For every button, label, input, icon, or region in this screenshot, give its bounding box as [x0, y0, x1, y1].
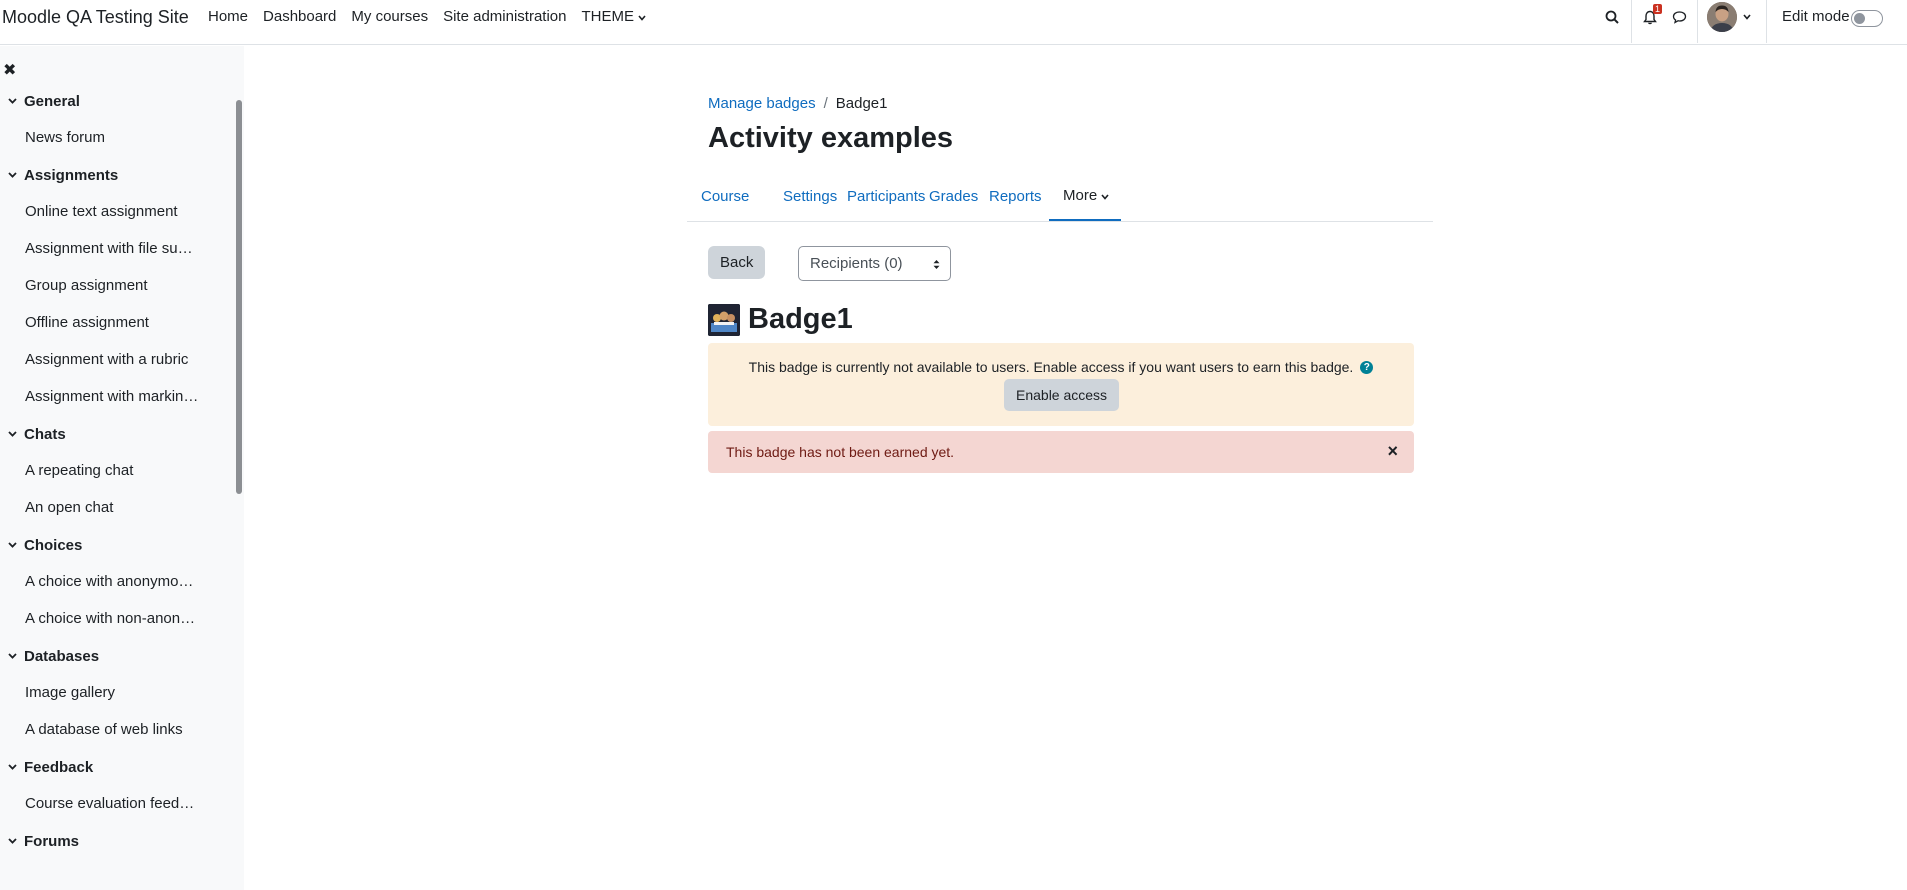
section-title: Assignments: [24, 166, 119, 184]
activity-link[interactable]: Course evaluation feedback: [25, 795, 200, 812]
chat-bubble-icon[interactable]: [1669, 7, 1689, 27]
activity-link[interactable]: A choice with anonymous ...: [25, 573, 200, 590]
section-header[interactable]: Choices: [0, 533, 232, 557]
tab-course[interactable]: Course: [687, 172, 763, 221]
chevron-down-icon[interactable]: [0, 431, 24, 437]
section-header[interactable]: Chats: [0, 422, 232, 446]
nav-theme-menu[interactable]: THEME: [582, 8, 647, 25]
chevron-down-icon[interactable]: [0, 542, 24, 548]
badge-image: [708, 303, 740, 336]
primary-navigation: Home Dashboard My courses Site administr…: [208, 0, 661, 33]
badge-heading: Badge1: [708, 303, 853, 336]
section-title: General: [24, 92, 80, 110]
edit-mode-label: Edit mode: [1782, 8, 1850, 25]
help-icon[interactable]: ?: [1360, 360, 1374, 374]
section-title: Choices: [24, 536, 83, 554]
close-icon[interactable]: ✖: [3, 60, 16, 80]
nav-dashboard[interactable]: Dashboard: [263, 8, 336, 25]
chevron-down-icon[interactable]: [0, 172, 24, 178]
user-avatar[interactable]: [1707, 2, 1737, 32]
tab-more-label: More: [1063, 187, 1098, 204]
navbar-divider: [1631, 0, 1632, 43]
notification-count-badge: 1: [1653, 4, 1663, 14]
breadcrumb: Manage badges / Badge1: [708, 95, 887, 112]
section-header[interactable]: General: [0, 89, 232, 113]
breadcrumb-current: Badge1: [835, 95, 888, 112]
navbar-divider: [1697, 0, 1698, 43]
activity-link[interactable]: Image gallery: [25, 684, 200, 701]
badge-not-earned-alert: This badge has not been earned yet. ×: [708, 431, 1414, 473]
activity-link[interactable]: Online text assignment: [25, 203, 200, 220]
chevron-down-icon: [638, 8, 646, 25]
chevron-down-icon[interactable]: [0, 838, 24, 844]
breadcrumb-manage-badges[interactable]: Manage badges: [708, 95, 816, 112]
enable-access-button[interactable]: Enable access: [1004, 379, 1120, 411]
select-arrows-icon: [933, 257, 940, 274]
activity-link[interactable]: Assignment with a rubric: [25, 351, 200, 368]
chevron-down-icon[interactable]: [0, 98, 24, 104]
breadcrumb-separator: /: [823, 95, 828, 112]
badge-unavailable-alert: This badge is currently not available to…: [708, 343, 1414, 426]
activity-link[interactable]: A database of web links: [25, 721, 200, 738]
section-title: Chats: [24, 425, 66, 443]
section-header[interactable]: Databases: [0, 644, 232, 668]
toggle-knob: [1854, 13, 1865, 24]
section-header[interactable]: Assignments: [0, 163, 232, 187]
nav-site-administration[interactable]: Site administration: [443, 8, 566, 25]
activity-link[interactable]: A choice with non-anonym...: [25, 610, 200, 627]
tab-reports[interactable]: Reports: [975, 172, 1056, 221]
section-header[interactable]: Feedback: [0, 755, 232, 779]
back-button[interactable]: Back: [708, 246, 766, 279]
section-title: Forums: [24, 832, 80, 850]
chevron-down-icon: [1101, 187, 1109, 204]
nav-home[interactable]: Home: [208, 8, 248, 25]
drawer-scrollbar[interactable]: [236, 100, 242, 494]
secondary-navigation: Course Settings Participants Grades Repo…: [687, 172, 1433, 222]
site-name[interactable]: Moodle QA Testing Site: [2, 7, 189, 28]
nav-my-courses[interactable]: My courses: [351, 8, 428, 25]
chevron-down-icon[interactable]: [1737, 7, 1757, 27]
badge-name: Badge1: [748, 303, 853, 335]
tab-more[interactable]: More: [1049, 172, 1121, 221]
activity-link[interactable]: A repeating chat: [25, 462, 200, 479]
activity-link[interactable]: Group assignment: [25, 277, 200, 294]
section-title: Feedback: [24, 758, 94, 776]
edit-mode-toggle[interactable]: [1851, 10, 1883, 27]
activity-link[interactable]: An open chat: [25, 499, 200, 516]
chevron-down-icon[interactable]: [0, 764, 24, 770]
top-navbar: Moodle QA Testing Site Home Dashboard My…: [0, 0, 1907, 45]
activity-link[interactable]: Assignment with file submi...: [25, 240, 200, 257]
search-icon[interactable]: [1602, 7, 1622, 27]
activity-link[interactable]: News forum: [25, 129, 200, 146]
page-title: Activity examples: [708, 122, 954, 154]
activity-link[interactable]: Assignment with marking ...: [25, 388, 200, 405]
badge-unavailable-text: This badge is currently not available to…: [748, 359, 1354, 375]
badge-not-earned-text: This badge has not been earned yet.: [726, 444, 955, 460]
navbar-divider: [1766, 0, 1767, 43]
activity-link[interactable]: Offline assignment: [25, 314, 200, 331]
section-header[interactable]: Forums: [0, 829, 232, 853]
course-index-drawer: ✖ General News forum Assignments Online tex…: [0, 46, 244, 890]
chevron-down-icon[interactable]: [0, 653, 24, 659]
recipients-select-value: Recipients (0): [810, 255, 903, 272]
main-content: Manage badges / Badge1 Activity examples…: [244, 46, 1907, 890]
recipients-select[interactable]: Recipients (0): [798, 246, 951, 281]
nav-theme-label: THEME: [581, 8, 635, 25]
section-title: Databases: [24, 647, 100, 665]
badge-unavailable-message-row: This badge is currently not available to…: [708, 359, 1414, 375]
close-icon[interactable]: ×: [1387, 441, 1398, 462]
